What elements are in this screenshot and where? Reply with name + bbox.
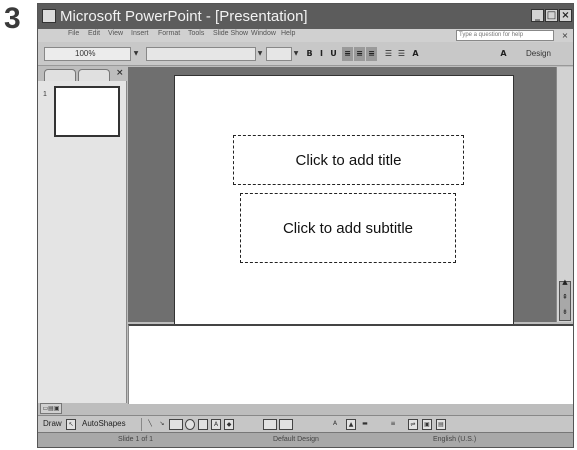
font-color-button[interactable]: A: [498, 47, 509, 61]
pane-tabs: ×: [38, 66, 126, 81]
font-color-icon[interactable]: ▬: [360, 419, 370, 430]
oval-icon[interactable]: [185, 419, 195, 430]
status-language: English (U.S.): [433, 436, 477, 443]
help-search-input[interactable]: Type a question for help: [456, 30, 554, 41]
vertical-scrollbar[interactable]: ▲ ⇞ ⇟: [556, 67, 573, 322]
minimize-button[interactable]: _: [531, 9, 544, 22]
powerpoint-app-icon[interactable]: [42, 9, 56, 23]
line-style-icon[interactable]: ≡: [388, 419, 398, 430]
title-bar[interactable]: Microsoft PowerPoint - [Presentation] _ …: [38, 4, 573, 29]
draw-menu-button[interactable]: Draw: [43, 419, 62, 428]
dash-style-icon[interactable]: ⇌: [408, 419, 418, 430]
next-slide-icon[interactable]: ⇟: [559, 307, 571, 318]
status-slide-info: Slide 1 of 1: [118, 436, 154, 443]
font-select[interactable]: [146, 47, 256, 61]
slides-pane: 1: [38, 81, 127, 403]
align-left-button[interactable]: ≡: [342, 47, 353, 61]
menu-insert[interactable]: Insert: [131, 30, 149, 37]
align-right-button[interactable]: ≡: [366, 47, 377, 61]
zoom-select[interactable]: 100%: [44, 47, 131, 61]
outline-tab[interactable]: [44, 69, 76, 81]
fill-color-icon[interactable]: A: [330, 419, 340, 430]
rectangle-icon[interactable]: [169, 419, 183, 430]
wordart-icon[interactable]: A: [211, 419, 221, 430]
menu-format[interactable]: Format: [158, 30, 180, 37]
previous-slide-icon[interactable]: ⇞: [559, 292, 571, 303]
insert-diagram-icon[interactable]: ◆: [224, 419, 234, 430]
font-size-increase-button[interactable]: A: [410, 47, 421, 61]
close-button[interactable]: ×: [559, 9, 572, 22]
slide-number: 1: [43, 91, 47, 98]
shadow-style-icon[interactable]: ▣: [422, 419, 432, 430]
toolbar-separator: [141, 418, 142, 431]
menu-view[interactable]: View: [108, 30, 123, 37]
menu-file[interactable]: File: [68, 30, 79, 37]
design-button[interactable]: Design: [526, 47, 551, 61]
scroll-up-arrow-icon[interactable]: ▲: [559, 277, 571, 288]
line-color-icon[interactable]: ▲: [346, 419, 356, 430]
pane-close-icon[interactable]: ×: [116, 68, 124, 78]
notes-pane[interactable]: [128, 324, 573, 404]
font-size-select[interactable]: [266, 47, 292, 61]
menu-edit[interactable]: Edit: [88, 30, 100, 37]
text-box-icon[interactable]: [198, 419, 208, 430]
view-buttons[interactable]: ▭▤▣: [40, 403, 62, 414]
document-close-icon[interactable]: ×: [560, 30, 570, 41]
subtitle-placeholder-text: Click to add subtitle: [282, 219, 414, 237]
menu-bar: File Edit View Insert Format Tools Slide…: [38, 29, 573, 42]
powerpoint-window: Microsoft PowerPoint - [Presentation] _ …: [37, 3, 574, 448]
status-bar: Slide 1 of 1 Default Design English (U.S…: [38, 432, 573, 447]
font-size-dropdown-arrow-icon[interactable]: ▼: [292, 47, 300, 61]
align-center-button[interactable]: ≡: [354, 47, 365, 61]
menu-slide-show[interactable]: Slide Show: [213, 30, 248, 37]
slides-tab[interactable]: [78, 69, 110, 81]
slide-canvas[interactable]: Click to add title Click to add subtitle: [174, 75, 514, 328]
font-dropdown-arrow-icon[interactable]: ▼: [256, 47, 264, 61]
autoshapes-button[interactable]: AutoShapes: [82, 419, 126, 428]
menu-help[interactable]: Help: [281, 30, 295, 37]
drawing-toolbar: Draw ↖ AutoShapes ╲ ↘ A ◆ A ▲ ▬ ≡ ⇌ ▣ ▤: [38, 415, 573, 432]
underline-button[interactable]: U: [328, 47, 339, 61]
bold-button[interactable]: B: [304, 47, 315, 61]
zoom-dropdown-arrow-icon[interactable]: ▼: [132, 47, 140, 61]
title-placeholder[interactable]: Click to add title: [233, 135, 464, 185]
italic-button[interactable]: I: [316, 47, 327, 61]
3d-style-icon[interactable]: ▤: [436, 419, 446, 430]
line-icon[interactable]: ╲: [145, 419, 155, 430]
maximize-button[interactable]: □: [545, 9, 558, 22]
insert-picture-icon[interactable]: [279, 419, 293, 430]
menu-window[interactable]: Window: [251, 30, 276, 37]
numbering-button[interactable]: ☰: [383, 47, 394, 61]
step-number: 3: [4, 2, 21, 35]
insert-clip-art-icon[interactable]: [263, 419, 277, 430]
arrow-icon[interactable]: ↘: [157, 419, 167, 430]
slide-editing-area: Click to add title Click to add subtitle: [128, 67, 556, 328]
window-title: Microsoft PowerPoint - [Presentation]: [60, 8, 308, 25]
subtitle-placeholder[interactable]: Click to add subtitle: [240, 193, 456, 263]
formatting-toolbar: 100% ▼ ▼ ▼ B I U ≡ ≡ ≡ ☰ ☰ A A Design: [38, 42, 573, 66]
bullets-button[interactable]: ☰: [396, 47, 407, 61]
slide-thumbnail[interactable]: [54, 86, 120, 137]
status-design: Default Design: [273, 436, 319, 443]
menu-tools[interactable]: Tools: [188, 30, 204, 37]
title-placeholder-text: Click to add title: [295, 151, 402, 169]
select-objects-icon[interactable]: ↖: [66, 419, 76, 430]
